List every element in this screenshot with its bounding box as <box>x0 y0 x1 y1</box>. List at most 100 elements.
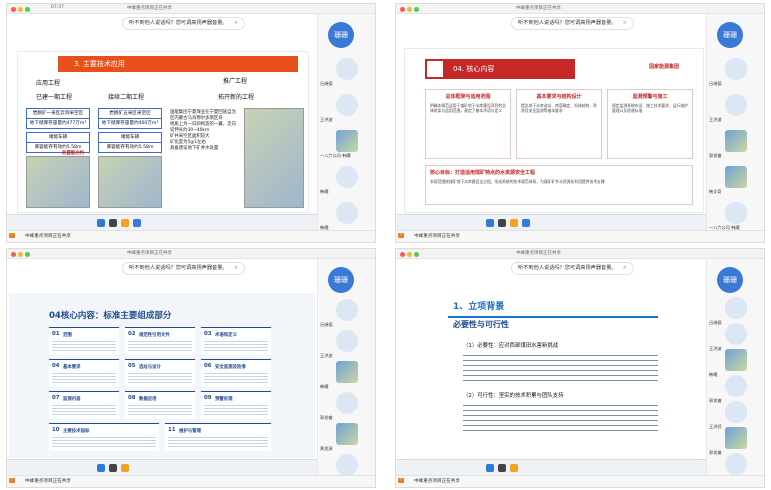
share-status-bar: ! 中峰重点项目正在共享 <box>7 230 375 242</box>
participant-tile[interactable]: 韩曦 <box>320 202 374 232</box>
summary-body: 本规范围绕煤矿地下水库建设全过程，形成系统的技术规范体系，为煤矿矿井水资源化利用… <box>430 179 605 184</box>
volume-notice: 听不到他人说话吗？您可调高扬声器音量。 × <box>511 262 634 275</box>
maximize-dot-icon[interactable] <box>25 252 30 257</box>
participant-tile[interactable]: 郭发睿 <box>320 392 374 422</box>
close-dot-icon[interactable] <box>11 252 16 257</box>
app-icon[interactable] <box>486 464 494 472</box>
close-dot-icon[interactable] <box>400 252 405 257</box>
taskbar <box>396 214 706 230</box>
participant-name: 韩文奇 <box>709 189 722 194</box>
app-icon[interactable] <box>109 219 117 227</box>
participant-tile[interactable]: 吕继德 <box>320 299 374 329</box>
slide-title: 1、立项背景 <box>453 302 505 312</box>
summary-box: 核心目标：打造适用煤矿特点的水资源安全工程 本规范围绕煤矿地下水库建设全过程，形… <box>425 165 693 205</box>
card-title: 安全监测及防渗 <box>215 364 246 370</box>
card-number: 07 <box>52 395 60 401</box>
participant-tile[interactable]: 韩曦 <box>320 166 374 196</box>
section-body-lines <box>463 351 658 381</box>
maximize-dot-icon[interactable] <box>25 7 30 12</box>
notice-text: 听不到他人说话吗？您可调高扬声器音量。 <box>518 20 617 26</box>
capacity-label: 处置能力约 <box>62 151 84 156</box>
section-card: 02 规范性引用文件 <box>125 327 195 355</box>
shared-slide: 1、立项背景 必要性与可行性 （1）必要性：应对西部煤田水害新挑战 （2）可行性… <box>398 283 704 458</box>
close-dot-icon[interactable] <box>400 7 405 12</box>
app-icon[interactable] <box>97 464 105 472</box>
participant-name: 王洪波 <box>320 117 333 122</box>
participant-tile[interactable]: 韩曦 <box>320 361 374 391</box>
app-icon[interactable] <box>522 219 530 227</box>
mine-map-image <box>98 156 162 208</box>
share-status-text: 中峰重点项目正在共享 <box>414 234 460 239</box>
app-icon[interactable] <box>498 219 506 227</box>
app-icon[interactable] <box>109 464 117 472</box>
notice-close-icon[interactable]: × <box>623 265 627 271</box>
column-body: 规定监测系统布设、施工技术要求、运行维护管理以及验收标准 <box>612 103 688 113</box>
minimize-dot-icon[interactable] <box>407 252 412 257</box>
app-icon[interactable] <box>510 464 518 472</box>
app-icon[interactable] <box>486 219 494 227</box>
slide-title: 04核心内容：标准主要组成部分 <box>49 311 172 321</box>
self-avatar[interactable]: 珊珊 <box>717 267 743 293</box>
app-icon[interactable] <box>498 464 506 472</box>
participant-panel: 珊珊 吕继德 王洪波 一八六公司 韩曦 韩曦 韩曦 <box>317 14 375 242</box>
notice-close-icon[interactable]: × <box>234 20 238 26</box>
note-line: 国能集团宁夏煤业在宁夏回族自治区内蒙古乌海鄂尔多斯区块 <box>170 110 236 121</box>
participant-tile[interactable]: 王洪波 <box>320 94 374 124</box>
share-status-bar: ! 中峰重点项目正在共享 <box>396 230 764 242</box>
slide-heading: 已建一期工程 <box>36 94 73 101</box>
participant-tile[interactable]: 一八六公司 韩曦 <box>709 202 763 232</box>
minimize-dot-icon[interactable] <box>18 252 23 257</box>
card-number: 05 <box>128 363 136 369</box>
notice-text: 听不到他人说话吗？您可调高扬声器音量。 <box>518 265 617 271</box>
card-number: 02 <box>128 331 136 337</box>
maximize-dot-icon[interactable] <box>414 252 419 257</box>
participant-tile[interactable]: 韩文奇 <box>709 166 763 196</box>
minimize-dot-icon[interactable] <box>407 7 412 12</box>
notice-text: 听不到他人说话吗？您可调高扬声器音量。 <box>129 265 228 271</box>
window-titlebar: 07:47 中峰重点项目正在共享 <box>7 4 375 14</box>
meeting-window-1: 07:47 中峰重点项目正在共享 听不到他人说话吗？您可调高扬声器音量。 × 3.… <box>6 3 376 243</box>
column-heading: 总体框架与适用范围 <box>445 94 491 100</box>
notice-close-icon[interactable]: × <box>623 20 627 26</box>
share-title: 中峰重点项目正在共享 <box>516 251 561 256</box>
app-icon[interactable] <box>121 219 129 227</box>
share-title: 中峰重点项目正在共享 <box>127 251 172 256</box>
slide-heading: 推广工程 <box>223 78 248 85</box>
participant-panel: 珊珊 吕继德 王洪波 韩曦 郭发睿 王洪武 郭发睿 一八六公司 韩曦 <box>706 259 764 487</box>
self-avatar[interactable]: 珊珊 <box>717 22 743 48</box>
participant-tile[interactable]: 吕继德 <box>709 58 763 88</box>
region-map-image <box>244 108 304 208</box>
minimize-dot-icon[interactable] <box>18 7 23 12</box>
self-avatar[interactable]: 珊珊 <box>328 267 354 293</box>
card-number: 11 <box>168 427 176 433</box>
slide-box: 地下储库存容量约400万m³ <box>98 118 162 129</box>
section-card: 04 基本要求 <box>49 359 119 387</box>
volume-notice: 听不到他人说话吗？您可调高扬声器音量。 × <box>122 262 245 275</box>
participant-name: 黄发源 <box>320 446 333 451</box>
participant-name: 韩曦 <box>320 384 329 389</box>
section-heading: （1）必要性：应对西部煤田水害新挑战 <box>463 343 559 349</box>
participant-tile[interactable]: 王洪波 <box>320 330 374 360</box>
app-icon[interactable] <box>121 464 129 472</box>
share-status-bar: ! 中峰重点项目正在共享 <box>7 475 375 487</box>
participant-tile[interactable]: 郭发睿 <box>709 130 763 160</box>
app-icon[interactable] <box>133 219 141 227</box>
clock-time: 07:47 <box>51 5 64 10</box>
participant-tile[interactable]: 一八六公司 韩曦 <box>320 130 374 160</box>
notice-close-icon[interactable]: × <box>234 265 238 271</box>
participant-tile[interactable]: 吕继德 <box>320 58 374 88</box>
card-number: 09 <box>204 395 212 401</box>
self-avatar[interactable]: 珊珊 <box>328 22 354 48</box>
card-title: 数据应用 <box>139 396 157 402</box>
app-icon[interactable] <box>97 219 105 227</box>
participant-tile[interactable]: 黄发源 <box>320 423 374 453</box>
card-number: 10 <box>52 427 60 433</box>
card-title: 监测内容 <box>63 396 81 402</box>
maximize-dot-icon[interactable] <box>414 7 419 12</box>
participant-tile[interactable]: 王洪波 <box>709 94 763 124</box>
content-column: 总体框架与适用范围 明确本规范适用于煤矿地下水库建设项目的总体框架与适用范围，规… <box>425 89 511 159</box>
card-title: 预警处理 <box>215 396 233 402</box>
participant-name: 吕继德 <box>320 322 333 327</box>
close-dot-icon[interactable] <box>11 7 16 12</box>
app-icon[interactable] <box>510 219 518 227</box>
